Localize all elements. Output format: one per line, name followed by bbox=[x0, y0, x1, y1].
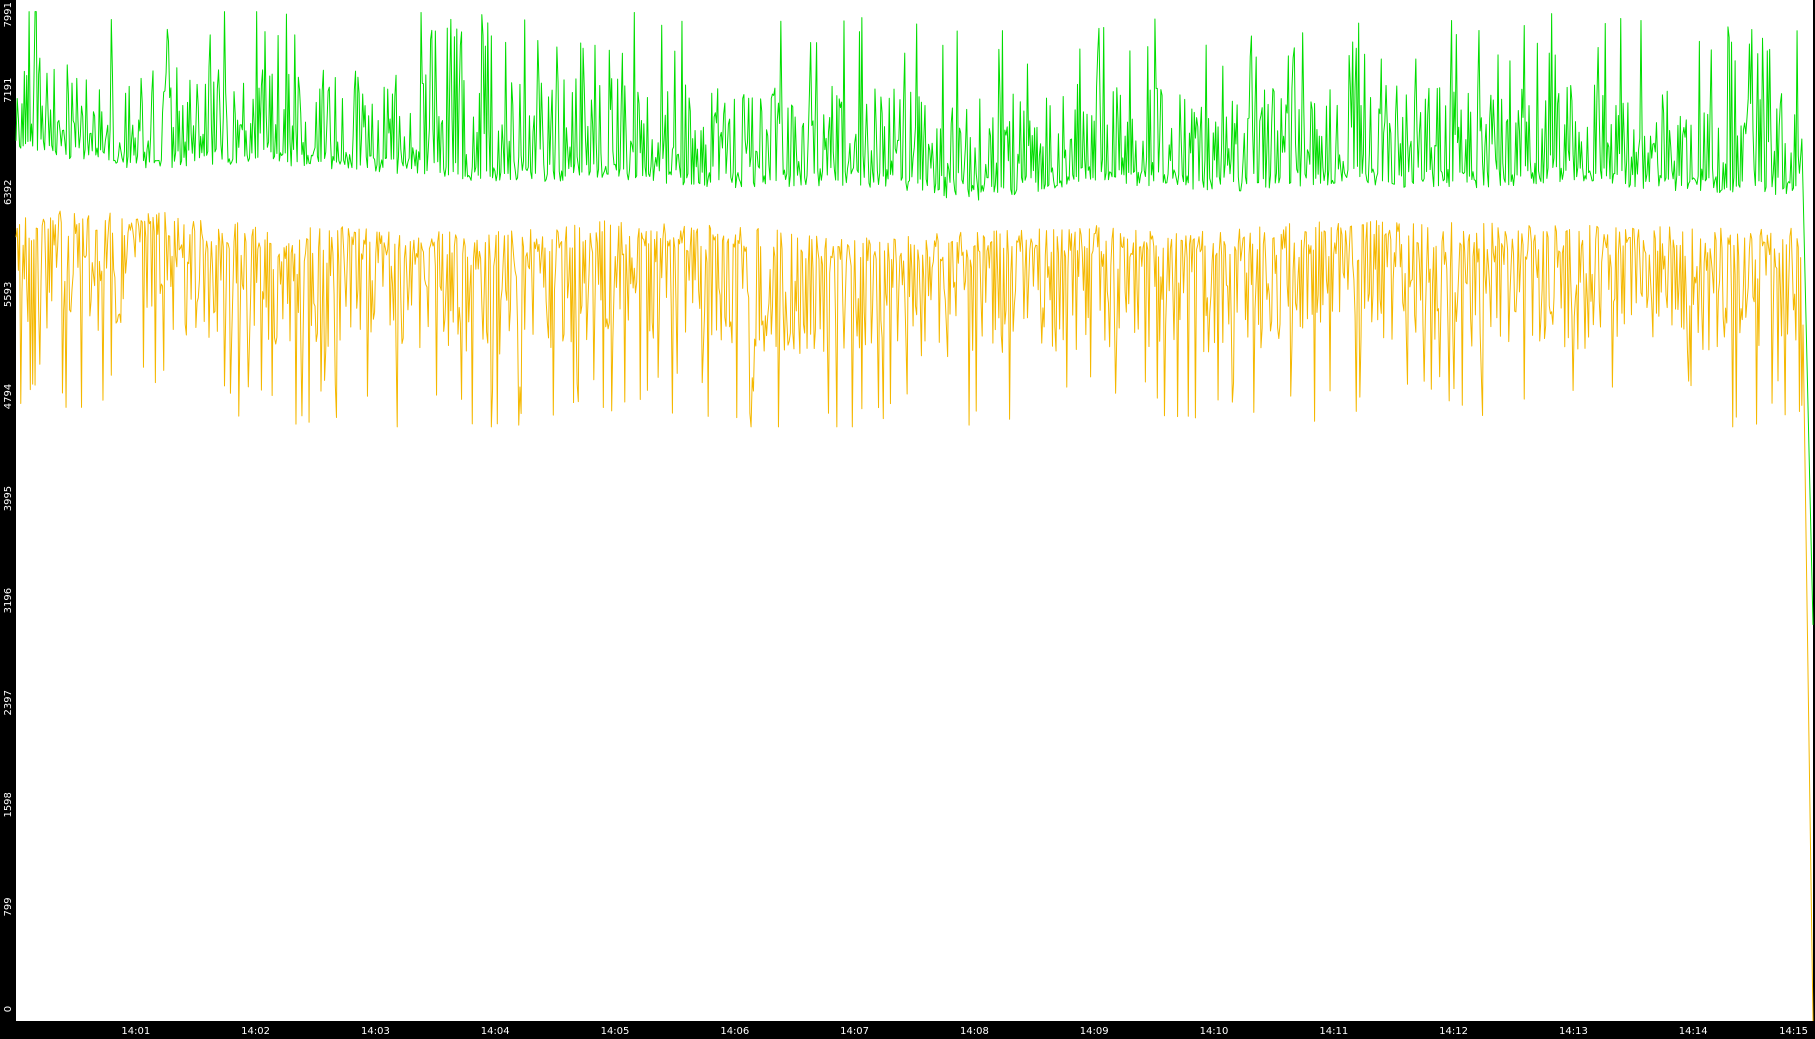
chart-svg: 0 799 1598 2397 3196 3995 4794 5593 6392 7191 7991… bbox=[3, 0, 1814, 1037]
x-tick-label: 14:08 bbox=[960, 1026, 989, 1037]
chart-container: 0 799 1598 2397 3196 3995 4794 5593 6392 7191 7991… bbox=[0, 0, 1815, 1039]
y-tick-label: 6392 bbox=[3, 180, 14, 205]
y-tick-label: 0 bbox=[3, 1006, 14, 1012]
x-tick-label: 14:14 bbox=[1679, 1026, 1708, 1037]
x-tick-label: 14:11 bbox=[1319, 1026, 1348, 1037]
y-tick-label: 2397 bbox=[3, 690, 14, 715]
y-tick-label: 4794 bbox=[3, 384, 14, 409]
y-tick-label: 3196 bbox=[3, 588, 14, 613]
x-tick-label: 14:04 bbox=[481, 1026, 510, 1037]
x-tick-label: 14:12 bbox=[1439, 1026, 1468, 1037]
y-tick-label: 5593 bbox=[3, 282, 14, 307]
y-tick-label: 7991 bbox=[3, 2, 14, 27]
y-tick-label: 7191 bbox=[3, 77, 14, 102]
x-tick-label: 14:13 bbox=[1559, 1026, 1588, 1037]
y-tick-label: 3995 bbox=[3, 486, 14, 511]
x-tick-label: 14:07 bbox=[840, 1026, 869, 1037]
x-tick-label: 14:05 bbox=[601, 1026, 630, 1037]
x-tick-label: 14:02 bbox=[241, 1026, 270, 1037]
x-tick-label: 14:15 bbox=[1779, 1026, 1808, 1037]
x-tick-label: 14:06 bbox=[720, 1026, 749, 1037]
x-axis: 14:01 14:02 14:03 14:04 14:05 14:06 14:07 14:08… bbox=[121, 1026, 1808, 1037]
y-tick-label: 1598 bbox=[3, 792, 14, 817]
x-tick-label: 14:03 bbox=[361, 1026, 390, 1037]
x-tick-label: 14:09 bbox=[1080, 1026, 1109, 1037]
y-tick-label: 799 bbox=[3, 897, 14, 916]
x-tick-label: 14:10 bbox=[1200, 1026, 1229, 1037]
y-axis: 0 799 1598 2397 3196 3995 4794 5593 6392 7191 7991 bbox=[3, 2, 14, 1012]
x-tick-label: 14:01 bbox=[121, 1026, 150, 1037]
